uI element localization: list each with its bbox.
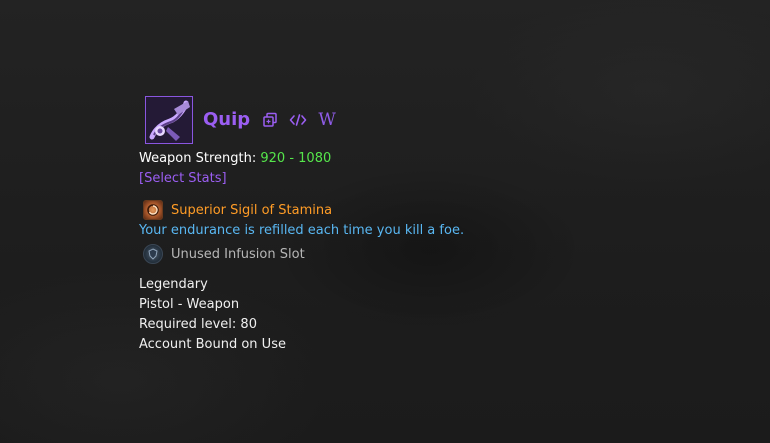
item-tooltip: Quip W Weapon Strength: 920 - 1080 [Sele… [139, 94, 499, 355]
code-icon[interactable] [288, 110, 308, 130]
binding-text: Account Bound on Use [139, 337, 286, 352]
item-header: Quip W [139, 94, 499, 146]
weapon-strength-value: 920 - 1080 [260, 151, 332, 166]
infusion-slot-label: Unused Infusion Slot [171, 246, 305, 262]
item-type: Pistol - Weapon [139, 297, 240, 312]
sigil-name: Superior Sigil of Stamina [171, 202, 333, 218]
infusion-slot-icon [143, 244, 163, 264]
sigil-description: Your endurance is refilled each time you… [139, 223, 465, 238]
copy-icon[interactable] [260, 110, 280, 130]
item-rarity: Legendary [139, 277, 208, 292]
required-level: Required level: 80 [139, 317, 257, 332]
weapon-strength: Weapon Strength: 920 - 1080 [139, 149, 499, 169]
select-stats-row: [Select Stats] [139, 169, 499, 189]
wiki-link[interactable]: W [316, 110, 338, 130]
sigil-icon [143, 200, 163, 220]
infusion-row: Unused Infusion Slot [139, 243, 499, 265]
header-actions: W [260, 110, 346, 130]
item-name: Quip [203, 109, 251, 130]
weapon-strength-label: Weapon Strength: [139, 151, 257, 166]
sigil-row: Superior Sigil of Stamina [139, 199, 499, 221]
item-details: Legendary Pistol - Weapon Required level… [139, 275, 499, 355]
select-stats-link[interactable]: [Select Stats] [139, 171, 227, 186]
quip-pistol-icon [145, 96, 193, 144]
